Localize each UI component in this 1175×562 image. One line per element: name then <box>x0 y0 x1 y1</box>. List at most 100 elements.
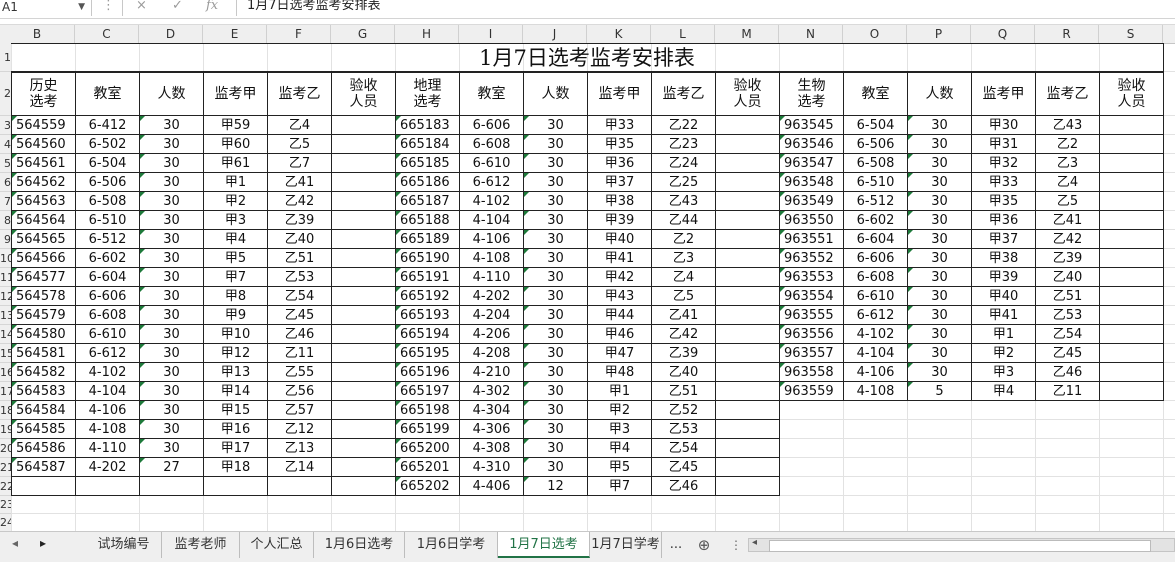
geography-cell[interactable]: 6-606 <box>460 116 523 135</box>
biology-cell[interactable]: 6-610 <box>844 287 907 306</box>
history-header-0[interactable]: 历史选考 <box>12 72 75 116</box>
column-header-i[interactable]: I <box>459 25 523 43</box>
geography-cell[interactable]: 30 <box>524 154 587 173</box>
geography-cell[interactable]: 30 <box>524 325 587 344</box>
biology-inspector-cell[interactable] <box>1100 249 1163 268</box>
biology-cell[interactable]: 4-106 <box>844 363 907 382</box>
column-header-p[interactable]: P <box>907 25 971 43</box>
add-sheet-icon[interactable]: ⊕ <box>692 532 716 558</box>
history-cell[interactable]: 乙13 <box>268 439 331 458</box>
geography-cell[interactable]: 甲7 <box>588 477 651 496</box>
biology-cell[interactable]: 甲30 <box>972 116 1035 135</box>
history-cell[interactable]: 6-512 <box>76 230 139 249</box>
history-inspector-cell[interactable] <box>332 306 395 325</box>
biology-cell[interactable]: 甲4 <box>972 382 1035 401</box>
geography-cell[interactable]: 6-610 <box>460 154 523 173</box>
biology-cell[interactable]: 乙11 <box>1036 382 1099 401</box>
history-cell[interactable]: 乙11 <box>268 344 331 363</box>
geography-cell[interactable]: 4-306 <box>460 420 523 439</box>
geography-cell[interactable]: 乙42 <box>652 325 715 344</box>
biology-cell[interactable]: 30 <box>908 192 971 211</box>
history-header-1[interactable]: 教室 <box>76 72 139 116</box>
geography-cell[interactable]: 665197 <box>396 382 459 401</box>
geography-cell[interactable]: 乙5 <box>652 287 715 306</box>
history-cell[interactable]: 甲61 <box>204 154 267 173</box>
history-cell[interactable]: 564577 <box>12 268 75 287</box>
row-header-4[interactable]: 4 <box>0 135 11 154</box>
history-cell[interactable]: 30 <box>140 287 203 306</box>
geography-cell[interactable]: 665194 <box>396 325 459 344</box>
geography-cell[interactable]: 6-608 <box>460 135 523 154</box>
history-cell[interactable]: 30 <box>140 401 203 420</box>
biology-cell[interactable]: 4-102 <box>844 325 907 344</box>
history-inspector-cell[interactable] <box>332 116 395 135</box>
geography-cell[interactable]: 665188 <box>396 211 459 230</box>
geography-cell[interactable]: 甲5 <box>588 458 651 477</box>
history-cell[interactable]: 4-108 <box>76 420 139 439</box>
biology-cell[interactable]: 6-602 <box>844 211 907 230</box>
history-cell[interactable]: 6-608 <box>76 306 139 325</box>
history-cell[interactable]: 564580 <box>12 325 75 344</box>
geography-cell[interactable]: 665201 <box>396 458 459 477</box>
row-header-10[interactable]: 10 <box>0 249 11 268</box>
history-inspector-cell[interactable] <box>332 325 395 344</box>
geography-cell[interactable]: 665191 <box>396 268 459 287</box>
biology-cell[interactable]: 6-512 <box>844 192 907 211</box>
geography-cell[interactable]: 甲40 <box>588 230 651 249</box>
biology-cell[interactable]: 乙46 <box>1036 363 1099 382</box>
geography-cell[interactable]: 4-310 <box>460 458 523 477</box>
geography-inspector-cell[interactable] <box>716 458 779 477</box>
history-cell[interactable]: 564587 <box>12 458 75 477</box>
column-header-h[interactable]: H <box>395 25 459 43</box>
column-header-k[interactable]: K <box>587 25 651 43</box>
biology-cell[interactable]: 963548 <box>780 173 843 192</box>
geography-cell[interactable]: 4-406 <box>460 477 523 496</box>
history-cell[interactable]: 4-202 <box>76 458 139 477</box>
geography-inspector-cell[interactable] <box>716 268 779 287</box>
history-cell[interactable]: 6-412 <box>76 116 139 135</box>
history-cell[interactable]: 6-602 <box>76 249 139 268</box>
geography-cell[interactable]: 30 <box>524 458 587 477</box>
function-icon[interactable]: fx <box>206 0 218 13</box>
sheet-tab-3[interactable]: 个人汇总 <box>240 532 314 558</box>
biology-cell[interactable]: 30 <box>908 116 971 135</box>
row-header-17[interactable]: 17 <box>0 382 11 401</box>
geography-cell[interactable]: 乙45 <box>652 458 715 477</box>
history-cell[interactable]: 甲12 <box>204 344 267 363</box>
history-inspector-cell[interactable] <box>332 401 395 420</box>
biology-inspector-cell[interactable] <box>1100 230 1163 249</box>
biology-cell[interactable]: 甲41 <box>972 306 1035 325</box>
geography-inspector-cell[interactable] <box>716 420 779 439</box>
geography-cell[interactable]: 30 <box>524 363 587 382</box>
column-header-l[interactable]: L <box>651 25 715 43</box>
biology-cell[interactable]: 6-510 <box>844 173 907 192</box>
biology-inspector-cell[interactable] <box>1100 382 1163 401</box>
biology-cell[interactable]: 6-612 <box>844 306 907 325</box>
cancel-icon[interactable]: × <box>136 0 147 13</box>
geography-header-4[interactable]: 监考乙 <box>652 72 715 116</box>
geography-cell[interactable]: 乙24 <box>652 154 715 173</box>
history-header-5[interactable]: 验收人员 <box>332 72 395 116</box>
geography-cell[interactable]: 30 <box>524 306 587 325</box>
geography-cell[interactable]: 12 <box>524 477 587 496</box>
history-cell[interactable]: 乙53 <box>268 268 331 287</box>
history-cell[interactable]: 30 <box>140 439 203 458</box>
biology-cell[interactable]: 963556 <box>780 325 843 344</box>
history-cell[interactable]: 6-502 <box>76 135 139 154</box>
geography-cell[interactable]: 665196 <box>396 363 459 382</box>
geography-cell[interactable]: 30 <box>524 116 587 135</box>
biology-inspector-cell[interactable] <box>1100 211 1163 230</box>
geography-cell[interactable]: 665187 <box>396 192 459 211</box>
history-cell[interactable]: 甲5 <box>204 249 267 268</box>
history-cell[interactable]: 564565 <box>12 230 75 249</box>
row-header-6[interactable]: 6 <box>0 173 11 192</box>
geography-cell[interactable]: 30 <box>524 173 587 192</box>
geography-cell[interactable]: 乙41 <box>652 306 715 325</box>
history-cell[interactable]: 甲14 <box>204 382 267 401</box>
biology-inspector-cell[interactable] <box>1100 154 1163 173</box>
geography-cell[interactable]: 665200 <box>396 439 459 458</box>
geography-inspector-cell[interactable] <box>716 249 779 268</box>
geography-cell[interactable]: 4-104 <box>460 211 523 230</box>
biology-cell[interactable]: 甲35 <box>972 192 1035 211</box>
biology-cell[interactable]: 963558 <box>780 363 843 382</box>
